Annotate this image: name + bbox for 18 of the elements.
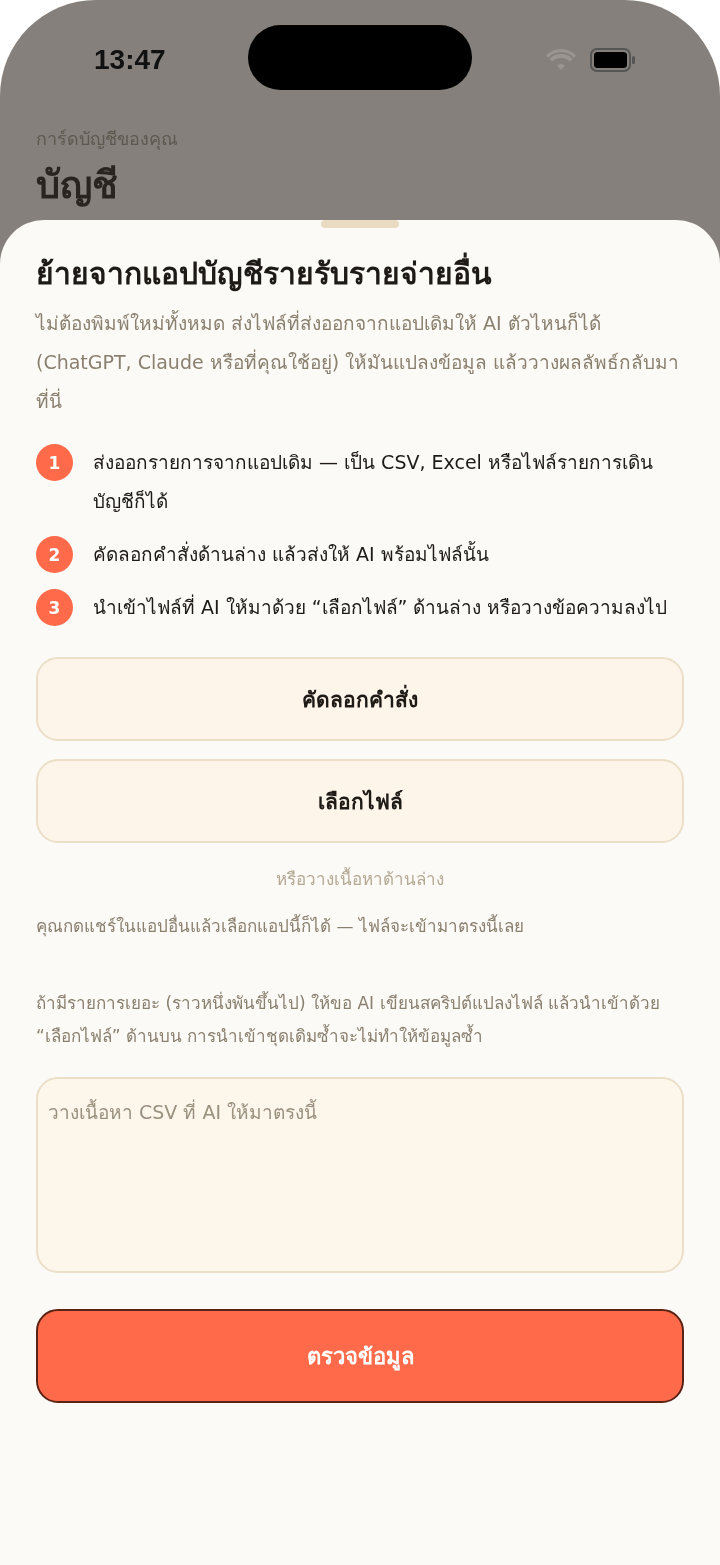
step-number: 1 [36,444,73,481]
step-text: คัดลอกคำสั่งด้านล่าง แล้วส่งให้ AI พร้อมไฟล์นั้น [93,540,489,567]
sheet-title: ย้ายจากแอปบัญชีรายรับรายจ่ายอื่น [36,252,684,296]
intro-text: ไม่ต้องพิมพ์ใหม่ทั้งหมด ส่งไฟล์ที่ส่งออกจากแอปเดิมให้ AI ตัวไหนก็ได้ (ChatGPT, Claude หรือที่คุณใช้อยู่) ให้มันแปลงข้อมูล แล้ววางผลลัพธ์กลับมาที่นี่ [36,309,681,414]
step-text: ส่งออกรายการจากแอปเดิม — เป็น CSV, Excel หรือไฟล์รายการเดินบัญชีก็ได้ [93,450,654,514]
sheet-grabber[interactable] [321,220,399,228]
page-title: บัญชี [36,163,119,207]
battery-icon [590,48,636,72]
choose-file-button[interactable]: เลือกไฟล์ [36,759,684,843]
bulk-import-note: ถ้ามีรายการเยอะ (ราวหนึ่งพันขึ้นไป) ให้ขอ AI เขียนสคริปต์แปลงไฟล์ แล้วนำเข้าด้วย “เลือกไฟล์” ด้านบน การนำเข้าชุดเดิมซ้ำจะไม่ทำให้ข้อมูลซ้ำ [36,990,661,1049]
step-number: 3 [36,589,73,626]
paste-field[interactable]: วางเนื้อหา CSV ที่ AI ให้มาตรงนี้ [36,1077,684,1273]
step-number: 2 [36,536,73,573]
share-note: คุณกดแชร์ในแอปอื่นแล้วเลือกแอปนี้ก็ได้ — ไฟล์จะเข้ามาตรงนี้เลย [36,913,525,939]
step-text: นำเข้าไฟล์ที่ AI ให้มาด้วย “เลือกไฟล์” ด้านล่าง หรือวางข้อความลงไป [93,593,668,620]
status-time: 13:47 [94,44,166,76]
copy-prompt-button[interactable]: คัดลอกคำสั่ง [36,657,684,741]
paste-hint: หรือวางเนื้อหาด้านล่าง [276,866,444,891]
